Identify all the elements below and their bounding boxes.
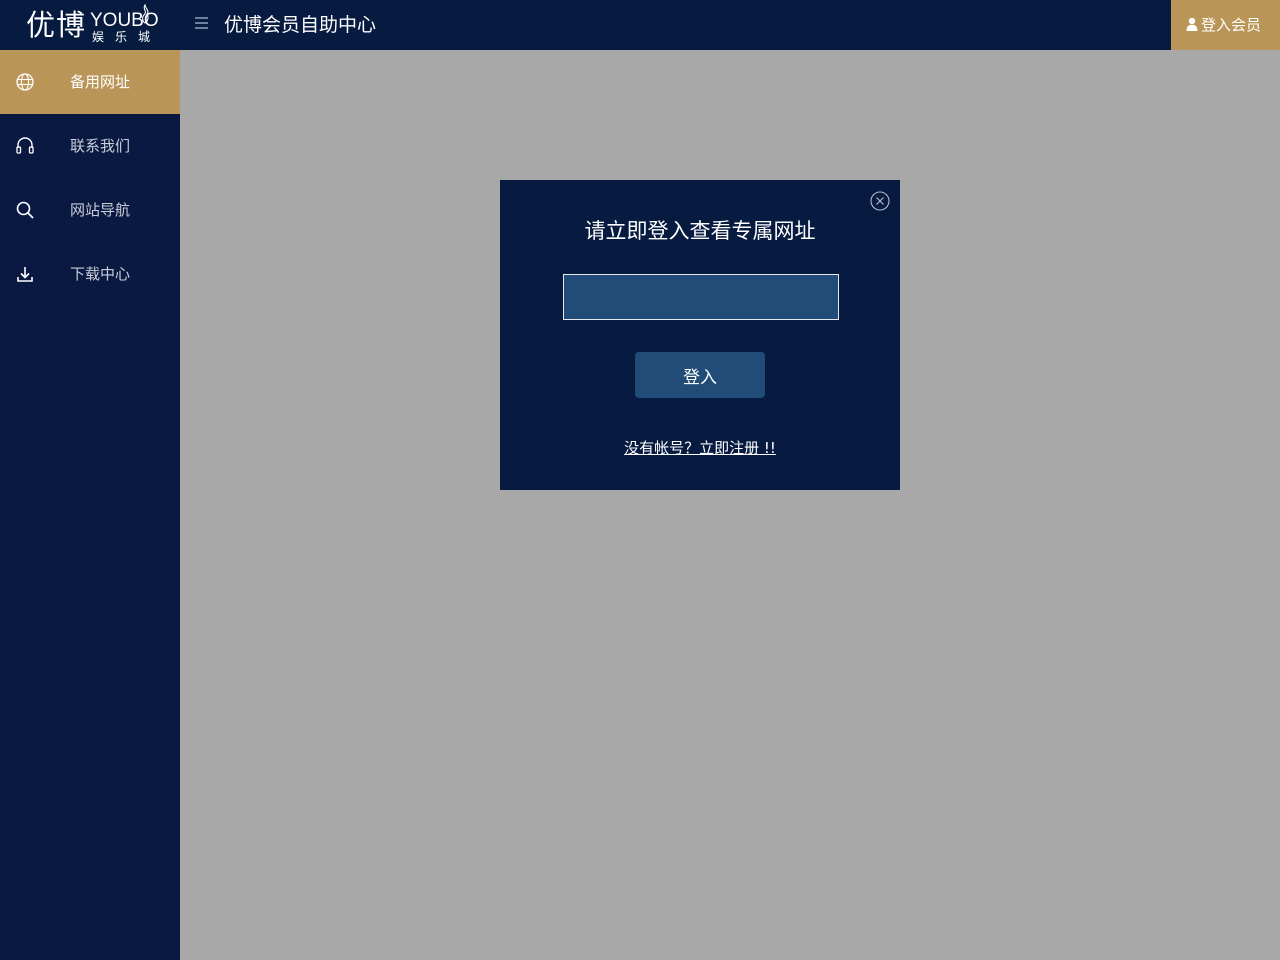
sidebar-item-contact-us[interactable]: 联系我们 — [0, 114, 180, 178]
headset-icon — [16, 137, 34, 154]
page-title: 优博会员自助中心 — [224, 14, 377, 36]
login-modal: 请立即登入查看专属网址 登入 没有帐号？立即注册 !! — [500, 180, 900, 490]
search-icon — [16, 201, 34, 219]
download-icon — [17, 267, 33, 282]
flame-icon — [142, 4, 149, 24]
sidebar-item-label: 备用网址 — [70, 73, 131, 91]
sidebar-item-backup-url[interactable]: 备用网址 — [0, 50, 180, 114]
sidebar: 优博 YOUBO 娱乐城 备用网址 联系我们 网站导航 下载中心 — [0, 0, 180, 960]
modal-title: 请立即登入查看专属网址 — [584, 219, 816, 243]
menu-toggle-icon[interactable] — [195, 17, 209, 33]
login-submit-button[interactable]: 登入 — [635, 352, 765, 398]
member-login-button[interactable]: 登入会员 — [1171, 0, 1280, 50]
sidebar-item-download-center[interactable]: 下载中心 — [0, 242, 180, 306]
header: 优博会员自助中心 登入会员 — [180, 0, 1280, 50]
sidebar-item-label: 联系我们 — [70, 137, 131, 155]
close-icon[interactable] — [869, 190, 891, 212]
member-login-label: 登入会员 — [1201, 16, 1262, 34]
user-icon — [1186, 17, 1198, 31]
sidebar-item-label: 下载中心 — [70, 265, 131, 283]
globe-icon — [16, 73, 34, 91]
sidebar-item-label: 网站导航 — [70, 201, 131, 219]
logo-chinese-text: 优博 — [26, 8, 87, 42]
page: 优博 YOUBO 娱乐城 备用网址 联系我们 网站导航 下载中心 优博会员自助中… — [0, 0, 1280, 960]
logo[interactable]: 优博 YOUBO 娱乐城 — [0, 0, 180, 50]
logo-subtitle: 娱乐城 — [92, 30, 162, 44]
account-input[interactable] — [563, 274, 839, 320]
sidebar-item-site-nav[interactable]: 网站导航 — [0, 178, 180, 242]
register-link[interactable]: 没有帐号？立即注册 !! — [500, 438, 900, 458]
